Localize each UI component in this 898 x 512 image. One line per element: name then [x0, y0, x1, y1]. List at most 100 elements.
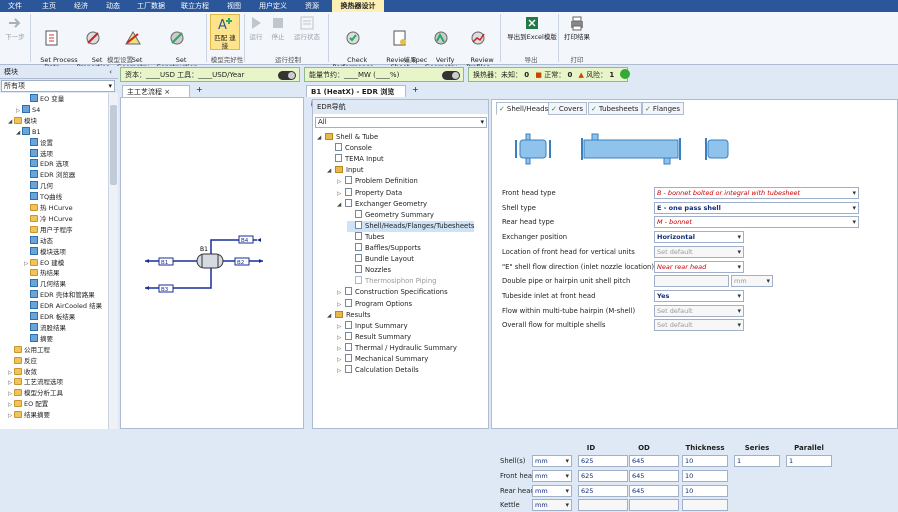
unit-select[interactable]: mm — [532, 469, 572, 482]
tree-item[interactable]: ▷ S4 — [16, 104, 40, 116]
tree-item[interactable]: TQ曲线 — [24, 192, 62, 203]
tree-item[interactable]: EDR 板结果 — [24, 312, 75, 323]
nav-item[interactable]: ▷ Calculation Details — [337, 365, 419, 376]
go-icon[interactable] — [619, 69, 630, 79]
nav-item[interactable]: ▷ Construction Specifications — [337, 287, 448, 298]
tab-dynamics[interactable]: 动态 — [100, 0, 126, 12]
tree-item[interactable]: EDR 浏览器 — [24, 170, 75, 181]
tree-item[interactable]: EDR 选项 — [24, 159, 69, 170]
nav-item[interactable]: Baffles/Supports — [347, 243, 421, 254]
tab-view[interactable]: 视图 — [220, 0, 248, 12]
nav-item[interactable]: Bundle Layout — [347, 254, 414, 265]
tab-edr-browser[interactable]: B1 (HeatX) - EDR 浏览器 × — [306, 85, 406, 108]
tree-item[interactable]: 摘要 — [24, 333, 53, 345]
tree-item[interactable]: 设置 — [24, 137, 53, 149]
stream-b1[interactable]: B1 — [145, 257, 174, 266]
grid-input-th[interactable] — [682, 499, 728, 512]
grid-input-th[interactable]: 10 — [682, 455, 728, 467]
field-select[interactable]: Yes — [654, 289, 744, 302]
tree-item[interactable]: 选项 — [24, 148, 53, 160]
export-excel-button[interactable]: 导出到Excel模版 — [504, 14, 560, 42]
tab-equation-oriented[interactable]: 联立方程 — [176, 0, 214, 12]
tab-shell-heads[interactable]: ✓ Shell/Heads — [496, 102, 553, 115]
run-button[interactable]: 运行 — [246, 14, 266, 42]
cost-toggle[interactable] — [278, 71, 296, 80]
tree-item[interactable]: ◢ B1 — [16, 126, 41, 138]
nav-item[interactable]: ◢ Results — [327, 310, 371, 321]
grid-input-id[interactable] — [578, 499, 628, 512]
tree-item[interactable]: ▷ EO 配置 — [8, 399, 48, 410]
grid-input-od[interactable]: 645 — [629, 455, 679, 467]
next-button[interactable]: 下一步 — [2, 14, 28, 42]
navigation-filter-select[interactable]: 所有项 ▾ — [1, 80, 115, 92]
grid-input-od[interactable]: 645 — [629, 469, 679, 482]
nav-item[interactable]: Shell/Heads/Flanges/Tubesheets — [347, 220, 475, 232]
stop-button[interactable]: 停止 — [268, 14, 288, 42]
tree-item[interactable]: ▷ 模型分析工具 — [8, 388, 63, 399]
nav-item[interactable]: ▷ Input Summary — [337, 320, 408, 332]
tab-economics[interactable]: 经济 — [68, 0, 94, 12]
stream-b2[interactable]: B2 — [234, 257, 263, 266]
edr-nav-filter-select[interactable]: All ▾ — [315, 117, 487, 128]
tree-item[interactable]: 反应 — [8, 356, 37, 367]
expander-icon[interactable]: ▷ — [337, 366, 345, 377]
heat-exchanger-block[interactable] — [196, 253, 224, 269]
grid-input-id[interactable]: 625 — [578, 455, 628, 467]
field-select[interactable]: B - bonnet bolted or integral with tubes… — [654, 187, 859, 199]
tree-item[interactable]: EO 变量 — [24, 94, 64, 105]
check-performance-button[interactable]: Check Performance — [330, 14, 376, 72]
grid-input-th[interactable]: 10 — [682, 469, 728, 482]
tree-item[interactable]: ◢ 模块 — [8, 116, 37, 127]
tab-tubesheets[interactable]: ✓ Tubesheets — [588, 102, 643, 115]
nav-item[interactable]: ▷ Property Data — [337, 187, 402, 199]
field-select[interactable]: Set default — [654, 245, 744, 258]
nav-item[interactable]: ▷ Program Options — [337, 298, 412, 310]
grid-input-od[interactable]: 645 — [629, 484, 679, 497]
navigation-scrollbar[interactable] — [108, 93, 118, 429]
set-process-data-button[interactable]: Set Process Data — [32, 14, 78, 72]
tab-customize[interactable]: 用户定义 — [254, 0, 292, 12]
tree-item[interactable]: ▷ 结果摘要 — [8, 410, 50, 421]
nav-item[interactable]: Geometry Summary — [347, 209, 434, 221]
collapse-icon[interactable]: ‹ — [109, 66, 112, 79]
nav-item[interactable]: ▷ Thermal / Hydraulic Summary — [337, 342, 457, 354]
add-tab-icon[interactable]: + — [196, 85, 203, 94]
tab-main-flowsheet[interactable]: 主工艺流程 × — [122, 85, 190, 97]
tree-item[interactable]: 几何结果 — [24, 279, 66, 290]
field-select[interactable]: Horizontal — [654, 231, 744, 244]
field-select[interactable]: Set default — [654, 304, 744, 317]
unit-select[interactable]: mm — [532, 499, 572, 512]
field-select[interactable]: Near rear head — [654, 260, 744, 273]
tree-item[interactable]: 用户子程序 — [24, 225, 73, 236]
grid-input-od[interactable] — [629, 499, 679, 512]
nav-item[interactable]: ◢ Exchanger Geometry — [337, 198, 427, 210]
nav-item[interactable]: ▷ Mechanical Summary — [337, 354, 428, 365]
tree-item[interactable]: 几何 — [24, 181, 53, 192]
nav-item[interactable]: Nozzles — [347, 265, 391, 276]
tree-item[interactable]: 模块选项 — [24, 246, 66, 258]
add-tab-icon[interactable]: + — [412, 85, 419, 94]
review-profiles-button[interactable]: Review Profiles — [460, 14, 496, 72]
field-select[interactable]: M - bonnet — [654, 216, 859, 229]
grid-input-th[interactable]: 10 — [682, 484, 728, 497]
print-results-button[interactable]: 打印结果 — [560, 14, 594, 42]
tree-item[interactable]: ▷ 收敛 — [8, 367, 37, 378]
stream-b3[interactable]: B3 — [145, 284, 174, 293]
tree-item[interactable]: ▷ 工艺流程选项 — [8, 377, 63, 388]
field-input[interactable] — [654, 275, 729, 288]
tree-item[interactable]: 冷 HCurve — [24, 214, 73, 225]
tree-item[interactable]: ▷ EO 建模 — [24, 258, 64, 269]
tree-item[interactable]: EDR AirCooled 结果 — [24, 301, 102, 312]
tab-covers[interactable]: ✓ Covers — [548, 102, 588, 115]
unit-select[interactable]: mm — [532, 484, 572, 497]
nav-item[interactable]: TEMA Input — [327, 154, 384, 165]
tree-item[interactable]: 热结果 — [24, 268, 60, 279]
set-construction-button[interactable]: Set Construction — [154, 14, 200, 72]
grid-input-id[interactable]: 625 — [578, 469, 628, 482]
expander-icon[interactable]: ◢ — [327, 166, 335, 177]
energy-toggle[interactable] — [442, 71, 460, 80]
match-connect-button[interactable]: A 匹配 連接 — [210, 14, 240, 50]
unit-select[interactable]: mm — [532, 455, 572, 467]
tree-item[interactable]: 流股结果 — [24, 322, 66, 334]
grid-input-parallel[interactable]: 1 — [786, 455, 832, 467]
